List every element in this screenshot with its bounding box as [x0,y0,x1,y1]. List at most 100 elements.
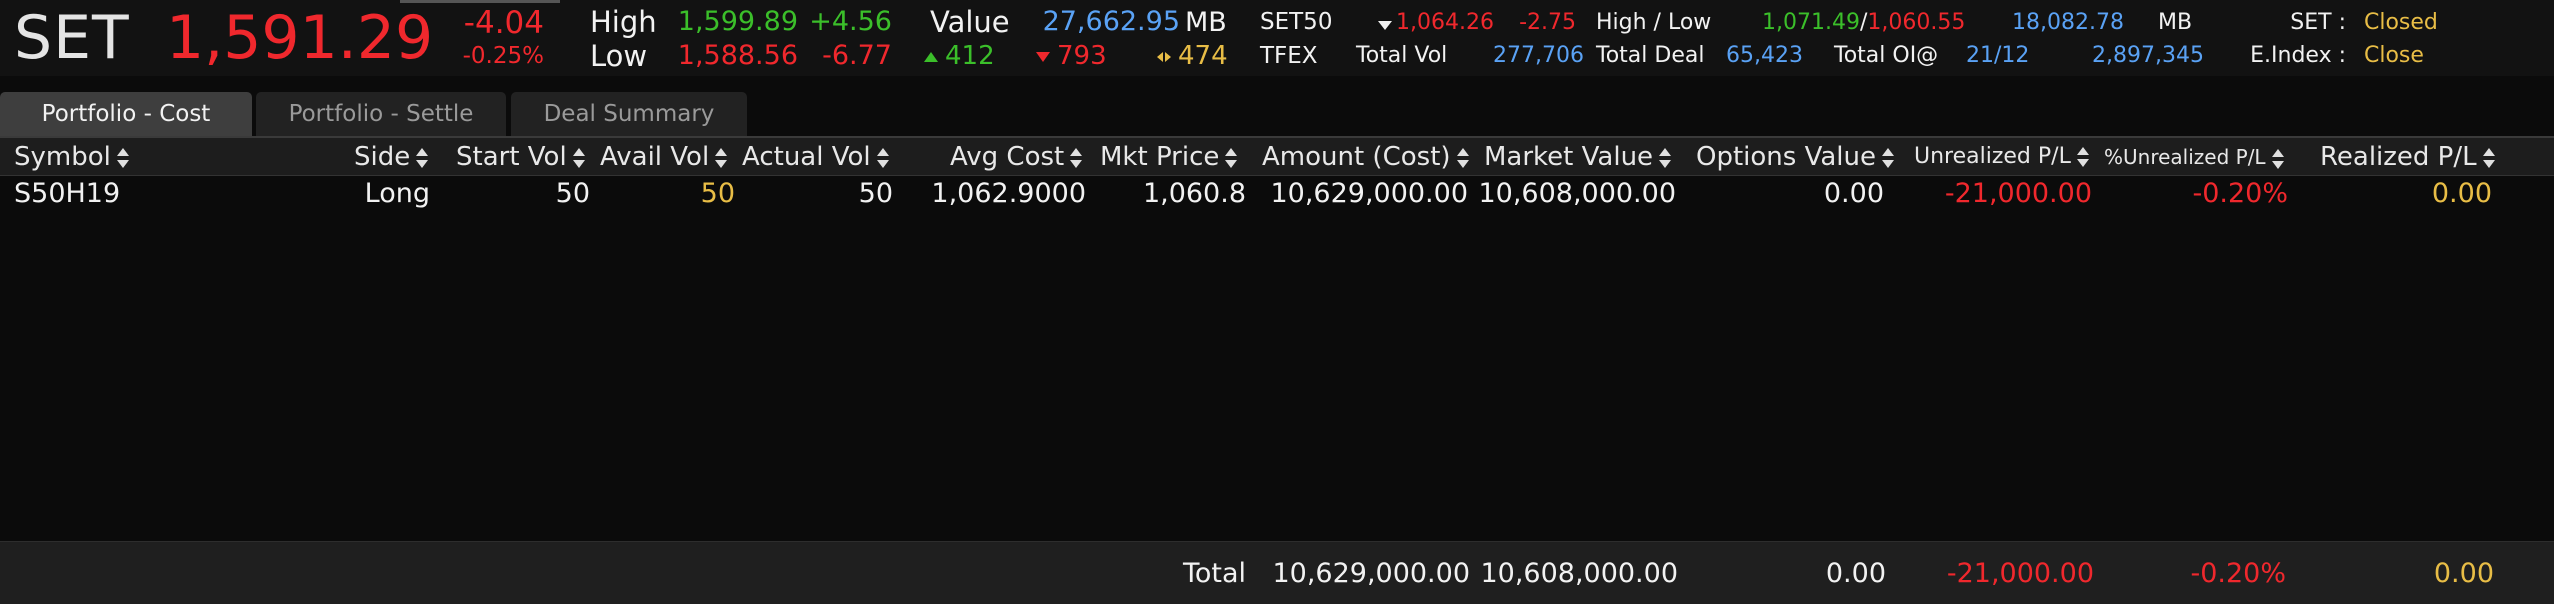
set50-dropdown-icon[interactable] [1378,17,1392,33]
table-row[interactable]: S50H19 Long 50 50 50 1,062.9000 1,060.8 … [0,176,2554,212]
high-change: +4.56 [809,6,892,37]
total-oi-label: Total OI@ [1834,43,1939,68]
column-header-realized-pl[interactable]: Realized P/L [2320,138,2496,176]
cell-start-vol: 50 [555,178,590,209]
column-label: Symbol [14,142,111,172]
total-oi-value: 2,897,345 [2092,43,2204,68]
column-label: Start Vol [456,142,567,172]
advances-count: 412 [924,43,995,69]
column-label: Side [354,142,411,172]
portfolio-tab-bar: Portfolio - Cost Portfolio - Settle Deal… [0,88,2554,136]
tab-portfolio-cost[interactable]: Portfolio - Cost [0,92,252,136]
column-header-options-value[interactable]: Options Value [1696,138,1895,176]
column-label: Avail Vol [600,142,710,172]
total-unrealized-pl: -21,000.00 [1946,558,2094,589]
value-amount: 27,662.95 [1042,6,1180,37]
sort-icon [572,147,586,168]
cell-realized-pl: 0.00 [2431,178,2492,209]
column-header-market-value[interactable]: Market Value [1484,138,1672,176]
cell-side: Long [364,178,430,209]
total-deal-value: 65,423 [1726,43,1803,68]
down-arrow-icon [1036,51,1050,62]
index-change-pct: -0.25% [462,43,544,69]
sort-icon [1225,147,1238,168]
sort-icon [715,147,728,168]
column-label: Amount (Cost) [1262,142,1451,172]
cell-unrealized-pl: -21,000.00 [1944,178,2092,209]
sort-icon [416,147,429,168]
column-label: Unrealized P/L [1914,144,2071,169]
portfolio-total-row: Total 10,629,000.00 10,608,000.00 0.00 -… [0,541,2554,604]
sort-icon [1456,147,1470,168]
value-unit: MB [1185,7,1227,38]
total-unrealized-pct: -0.20% [2190,558,2286,589]
tab-deal-summary[interactable]: Deal Summary [511,92,747,136]
eindex-status: Close [2364,43,2424,68]
sort-icon [2271,148,2285,169]
advances-value: 412 [945,41,995,71]
column-header-symbol[interactable]: Symbol [14,138,130,176]
column-header-side[interactable]: Side [354,138,429,176]
declines-value: 793 [1057,41,1107,71]
low-change: -6.77 [822,40,892,71]
set50-value-unit: MB [2158,10,2193,35]
declines-count: 793 [1036,43,1107,69]
total-realized-pl: 0.00 [2433,558,2494,589]
total-amount-cost: 10,629,000.00 [1272,558,1470,589]
high-low-label: High / Low [1596,10,1712,35]
column-label: Mkt Price [1100,142,1220,172]
sort-icon [116,147,130,168]
column-header-avg-cost[interactable]: Avg Cost [950,138,1083,176]
tfex-label: TFEX [1260,43,1318,69]
total-label: Total [1182,558,1246,589]
cell-avail-vol: 50 [700,178,735,209]
cell-symbol: S50H19 [14,178,121,209]
value-label: Value [930,5,1010,39]
cell-mkt-price: 1,060.8 [1142,178,1246,209]
total-vol-value: 277,706 [1493,43,1584,68]
eindex-status-label: E.Index : [2250,43,2346,68]
set50-label: SET50 [1260,9,1333,35]
column-label: Actual Vol [742,142,871,172]
cell-unrealized-pct: -0.20% [2192,178,2288,209]
column-header-amount-cost[interactable]: Amount (Cost) [1262,138,1470,176]
set50-value-mb: 18,082.78 [2012,10,2124,35]
total-deal-label: Total Deal [1596,43,1705,68]
column-header-avail-vol[interactable]: Avail Vol [600,138,728,176]
unchanged-count: 474 [1157,43,1228,69]
column-label: Market Value [1484,142,1654,172]
high-value: 1,599.89 [677,6,798,37]
column-label: Options Value [1696,142,1876,172]
column-header-unrealized-pct[interactable]: %Unrealized P/L [2104,138,2285,176]
total-oi-date: 21/12 [1966,43,2030,68]
sort-icon [1070,147,1083,168]
sort-icon [1881,147,1895,168]
portfolio-table-body: S50H19 Long 50 50 50 1,062.9000 1,060.8 … [0,176,2554,540]
tab-portfolio-settle[interactable]: Portfolio - Settle [256,92,506,136]
sort-icon [2482,147,2496,168]
unchanged-arrows-icon [1157,51,1171,63]
column-header-actual-vol[interactable]: Actual Vol [742,138,890,176]
cell-actual-vol: 50 [858,178,893,209]
low-label: Low [590,39,648,73]
set50-high: 1,071.49 [1762,10,1860,35]
sort-icon [2076,147,2090,167]
set50-value: 1,064.26 [1396,10,1494,35]
set50-low: 1,060.55 [1867,10,1966,35]
total-market-value: 10,608,000.00 [1480,558,1678,589]
index-change: -4.04 [463,5,544,41]
index-symbol: SET [14,3,130,73]
column-header-start-vol[interactable]: Start Vol [456,138,586,176]
column-header-mkt-price[interactable]: Mkt Price [1100,138,1238,176]
market-ticker-bar: SET 1,591.29 -4.04 -0.25% High Low 1,599… [0,0,2554,76]
total-options-value: 0.00 [1825,558,1886,589]
column-label: Realized P/L [2320,142,2477,172]
cell-options-value: 0.00 [1823,178,1884,209]
portfolio-table-header: Symbol Side Start Vol Avail Vol Actual V… [0,138,2554,176]
cell-market-value: 10,608,000.00 [1478,178,1676,209]
column-label: %Unrealized P/L [2104,145,2266,169]
column-header-unrealized-pl[interactable]: Unrealized P/L [1914,138,2090,176]
sort-icon [876,147,890,168]
unchanged-value: 474 [1178,41,1228,71]
low-value: 1,588.56 [677,40,798,71]
